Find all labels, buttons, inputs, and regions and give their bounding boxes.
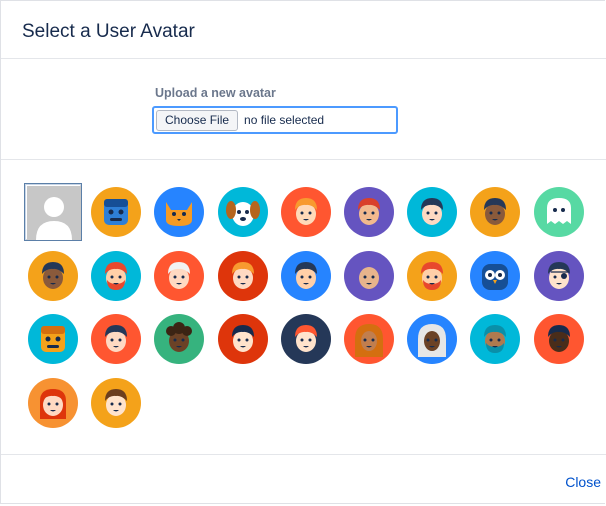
avatar-option[interactable] — [341, 248, 397, 304]
dialog-footer: Close — [1, 454, 606, 506]
avatar-grid — [25, 184, 585, 429]
avatar-image-icon — [281, 187, 331, 237]
choose-file-button[interactable]: Choose File — [156, 109, 239, 131]
avatar-option[interactable] — [467, 248, 523, 304]
avatar-option[interactable] — [404, 184, 460, 240]
avatar-option[interactable] — [215, 311, 271, 367]
avatar-image-icon — [91, 378, 141, 428]
avatar-option[interactable] — [151, 311, 207, 367]
avatar-image-icon — [470, 314, 520, 364]
avatar-image-icon — [281, 251, 331, 301]
avatar-image-icon — [218, 314, 268, 364]
avatar-option[interactable] — [88, 375, 144, 431]
avatar-option[interactable] — [88, 248, 144, 304]
avatar-image-icon — [28, 251, 78, 301]
avatar-option[interactable] — [215, 248, 271, 304]
avatar-image-icon — [154, 187, 204, 237]
avatar-dialog: Select a User Avatar Upload a new avatar… — [0, 0, 606, 506]
avatar-image-icon — [407, 251, 457, 301]
avatar-option[interactable] — [278, 311, 334, 367]
avatar-option-selected[interactable] — [25, 184, 81, 240]
avatar-option[interactable] — [88, 184, 144, 240]
avatar-option[interactable] — [151, 184, 207, 240]
file-status-text: no file selected — [244, 113, 325, 127]
avatar-option[interactable] — [404, 248, 460, 304]
avatar-option[interactable] — [151, 248, 207, 304]
avatar-option[interactable] — [467, 311, 523, 367]
upload-label: Upload a new avatar — [155, 86, 276, 100]
avatar-option[interactable] — [25, 311, 81, 367]
avatar-image-icon — [407, 187, 457, 237]
close-button[interactable]: Close — [565, 474, 601, 490]
avatar-image-icon — [91, 187, 141, 237]
dialog-header: Select a User Avatar — [1, 1, 606, 59]
avatar-option[interactable] — [467, 184, 523, 240]
upload-section: Upload a new avatar Choose File no file … — [1, 59, 606, 160]
avatar-option[interactable] — [531, 248, 587, 304]
avatar-option[interactable] — [25, 248, 81, 304]
avatar-option[interactable] — [278, 248, 334, 304]
avatar-option[interactable] — [531, 184, 587, 240]
avatar-image-icon — [534, 314, 584, 364]
avatar-image-icon — [470, 187, 520, 237]
avatar-image-icon — [28, 314, 78, 364]
file-input[interactable]: Choose File no file selected — [152, 106, 398, 134]
avatar-image-icon — [154, 314, 204, 364]
avatar-image-icon — [281, 314, 331, 364]
avatar-option[interactable] — [341, 311, 397, 367]
avatar-image-icon — [470, 251, 520, 301]
avatar-image-icon — [534, 187, 584, 237]
avatar-option[interactable] — [215, 184, 271, 240]
avatar-image-icon — [534, 251, 584, 301]
avatar-image-icon — [344, 187, 394, 237]
avatar-image-icon — [407, 314, 457, 364]
avatar-image-icon — [344, 314, 394, 364]
avatar-option[interactable] — [278, 184, 334, 240]
avatar-option[interactable] — [531, 311, 587, 367]
avatar-option[interactable] — [404, 311, 460, 367]
avatar-option[interactable] — [341, 184, 397, 240]
avatar-option[interactable] — [25, 375, 81, 431]
avatar-image-icon — [218, 187, 268, 237]
avatar-image-icon — [91, 314, 141, 364]
avatar-image-icon — [154, 251, 204, 301]
avatar-image-icon — [27, 186, 81, 240]
avatar-image-icon — [28, 378, 78, 428]
avatar-image-icon — [91, 251, 141, 301]
avatar-option[interactable] — [88, 311, 144, 367]
avatar-image-icon — [218, 251, 268, 301]
dialog-title: Select a User Avatar — [22, 21, 195, 42]
avatar-image-icon — [344, 251, 394, 301]
